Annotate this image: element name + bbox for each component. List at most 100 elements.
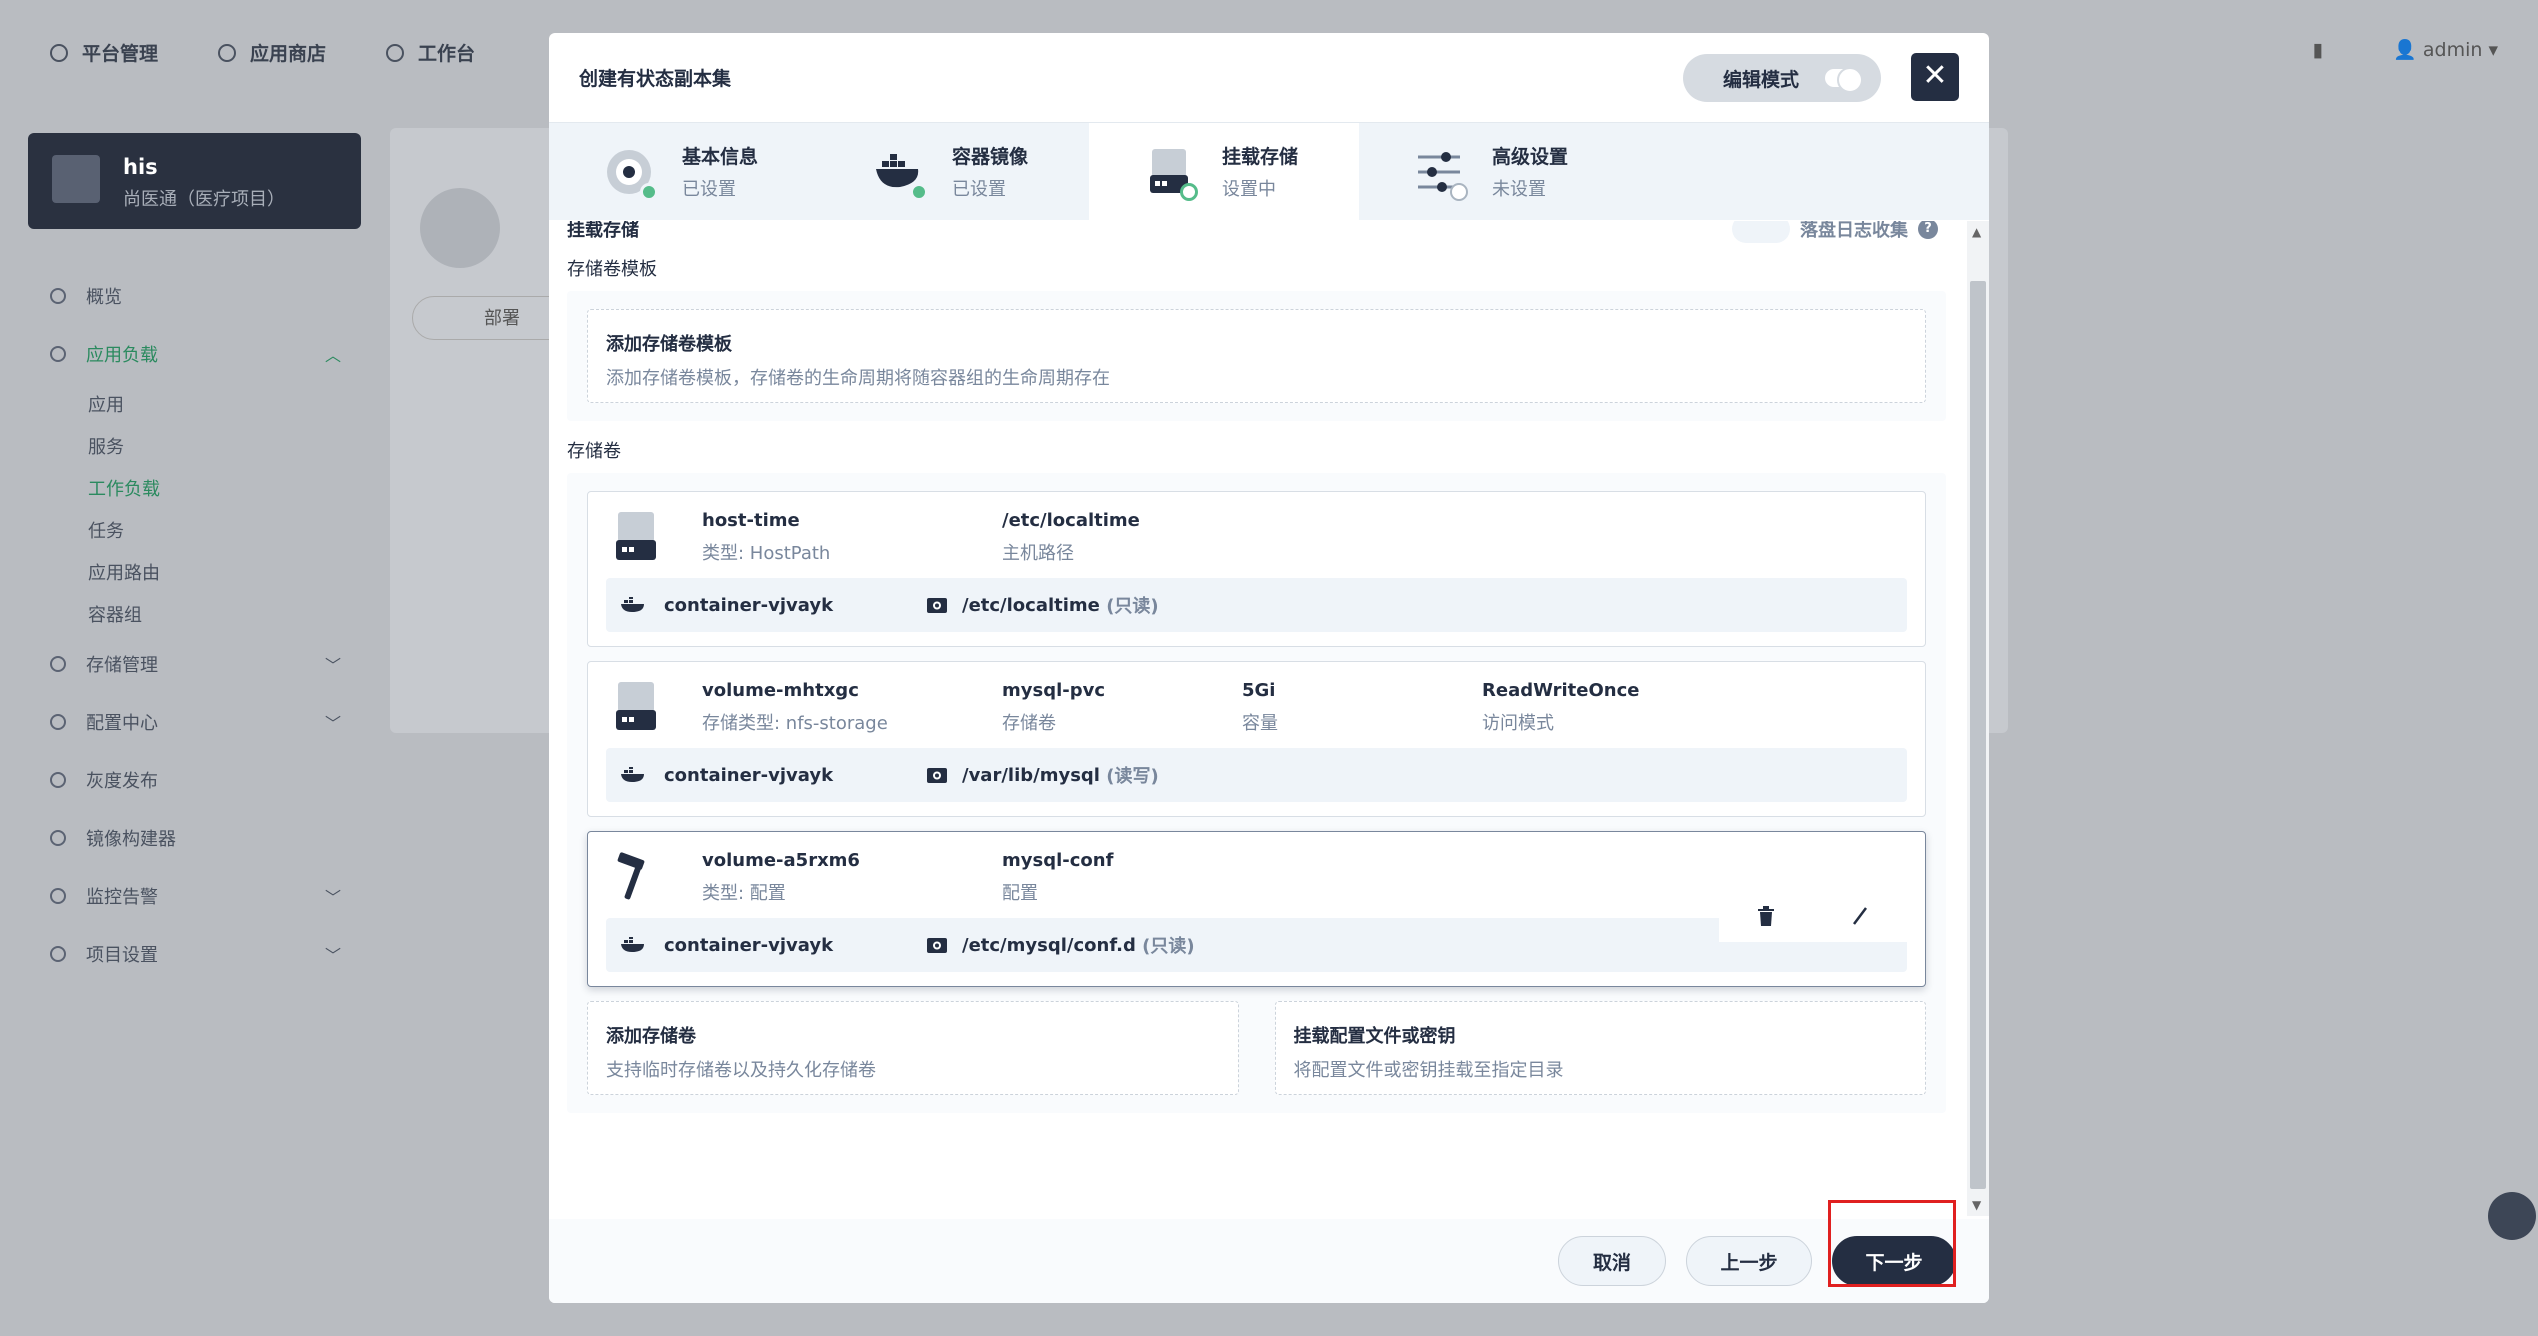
sidebar-item-overview[interactable]: 概览 [28,267,361,325]
project-card[interactable]: his 尚医通（医疗项目） [28,133,361,229]
nav-appstore[interactable]: 应用商店 [218,39,326,66]
sidebar-sub-jobs[interactable]: 任务 [28,509,361,551]
volume-item[interactable]: host-time 类型: HostPath /etc/localtime 主机路径… [587,491,1926,647]
add-template-desc: 添加存储卷模板，存储卷的生命周期将随容器组的生命周期存在 [606,368,1110,389]
book-icon[interactable]: ▮ [2313,39,2323,61]
close-button[interactable]: ✕ [1911,53,1959,101]
pvc-name: mysql-pvc [1002,680,1106,701]
bird-icon [50,772,66,788]
sidebar-label: 镜像构建器 [86,829,176,850]
modal-title: 创建有状态副本集 [579,68,732,90]
container-name: container-vjvayk [664,764,834,786]
edit-mode-label: 编辑模式 [1723,68,1800,91]
mount-config-secret-button[interactable]: 挂载配置文件或密钥 将配置文件或密钥挂载至指定目录 [1274,1001,1926,1095]
sidebar-item-workloads[interactable]: 应用负载 ︿ [28,325,361,383]
sidebar-label: 存储管理 [86,655,158,676]
disc-icon [604,147,658,201]
config-col: mysql-conf 配置 [1002,850,1242,905]
delete-button[interactable] [1757,905,1775,931]
step-basic-info[interactable]: 基本信息 已设置 [549,123,819,220]
chevron-up-icon: ︿ [324,346,341,365]
project-name: his [123,155,158,179]
project-desc: 尚医通（医疗项目） [123,189,285,210]
sidebar-sub-workloads[interactable]: 工作负载 [28,467,361,509]
scroll-down-arrow[interactable]: ▼ [1972,1198,1981,1212]
container-name: container-vjvayk [664,934,834,956]
done-badge [640,182,658,201]
volume-name: volume-mhtxgc [702,680,859,701]
scrollbar[interactable]: ▲ ▼ [1967,221,1989,1216]
log-collect-toggle[interactable] [1732,221,1790,243]
nav-label: 工作台 [418,43,476,65]
volume-name: host-time [702,510,800,531]
sidebar-label: 概览 [86,287,122,308]
scrollbar-thumb[interactable] [1970,281,1986,1189]
step-advanced-settings[interactable]: 高级设置 未设置 [1359,123,1629,220]
sidebar-item-project-settings[interactable]: 项目设置 ﹀ [28,925,361,983]
host-path: /etc/localtime [1002,510,1140,531]
chevron-down-icon: ﹀ [324,946,341,965]
step-title: 高级设置 [1492,146,1569,168]
hammer-float-button[interactable] [2488,1192,2536,1240]
gear-icon [50,946,66,962]
sidebar-item-grayscale[interactable]: 灰度发布 [28,751,361,809]
add-volume-title: 添加存储卷 [606,1026,696,1047]
step-title: 基本信息 [682,146,759,168]
pending-badge [1450,182,1468,201]
volumes-box: host-time 类型: HostPath /etc/localtime 主机路径… [567,473,1946,1113]
mount-mode: (只读) [1142,936,1195,957]
username: admin [2422,39,2483,61]
sidebar-item-monitoring[interactable]: 监控告警 ﹀ [28,867,361,925]
edit-button[interactable] [1851,906,1869,931]
volume-mount-row: container-vjvayk /var/lib/mysql (读写) [606,748,1907,802]
add-volume-template-button[interactable]: 添加存储卷模板 添加存储卷模板，存储卷的生命周期将随容器组的生命周期存在 [587,309,1926,403]
volume-name: volume-a5rxm6 [702,850,860,871]
layers-icon [218,43,237,62]
create-statefulset-modal: 创建有状态副本集 编辑模式 ✕ 基本信息 已设置 容器镜像 已设置 挂载存储 设… [549,33,1989,1303]
user-menu[interactable]: 👤 admin ▾ [2393,38,2498,61]
nav-label: 应用商店 [250,43,327,65]
sidebar-item-image-builder[interactable]: 镜像构建器 [28,809,361,867]
sidebar-label: 配置中心 [86,713,158,734]
project-icon [52,155,100,203]
container-name: container-vjvayk [664,594,834,616]
disk-icon [1144,147,1198,201]
sidebar-item-storage[interactable]: 存储管理 ﹀ [28,635,361,693]
capacity-col: 5Gi 容量 [1242,680,1482,735]
section-header: 挂载存储 落盘日志收集 ? [567,221,1946,243]
step-title: 容器镜像 [952,146,1029,168]
docker-icon [874,147,928,201]
step-container-image[interactable]: 容器镜像 已设置 [819,123,1089,220]
sidebar: his 尚医通（医疗项目） 概览 应用负载 ︿ 应用 服务 工作负载 任务 应用路… [28,133,361,983]
volumes-label: 存储卷 [567,441,621,462]
sidebar-label: 监控告警 [86,887,158,908]
pencil-icon [1853,906,1867,925]
nav-workbench[interactable]: 工作台 [386,39,475,66]
sidebar-sub-pods[interactable]: 容器组 [28,593,361,635]
volume-item[interactable]: volume-a5rxm6 类型: 配置 mysql-conf 配置 contain… [587,831,1926,987]
step-mount-storage[interactable]: 挂载存储 设置中 [1089,123,1359,220]
docker-icon [621,937,644,952]
step-title: 挂载存储 [1222,146,1299,168]
nav-platform[interactable]: 平台管理 [50,39,158,66]
sidebar-sub-ingress[interactable]: 应用路由 [28,551,361,593]
step-status: 设置中 [1222,179,1276,200]
wrench-icon [50,714,66,730]
help-icon[interactable]: ? [1918,221,1938,239]
sidebar-label: 应用负载 [86,345,158,366]
volume-item[interactable]: volume-mhtxgc 存储类型: nfs-storage mysql-pvc… [587,661,1926,817]
add-volume-button[interactable]: 添加存储卷 支持临时存储卷以及持久化存储卷 [587,1001,1239,1095]
sidebar-sub-services[interactable]: 服务 [28,425,361,467]
config-name: mysql-conf [1002,850,1114,871]
layers-icon [50,346,66,362]
gear-icon [50,43,68,62]
cancel-button[interactable]: 取消 [1558,1236,1666,1286]
prev-step-button[interactable]: 上一步 [1686,1236,1812,1286]
edit-mode-toggle[interactable]: 编辑模式 [1683,54,1881,102]
sidebar-item-config[interactable]: 配置中心 ﹀ [28,693,361,751]
disk-icon [614,510,658,562]
scroll-up-arrow[interactable]: ▲ [1972,225,1981,239]
toggle-switch[interactable] [1825,67,1864,93]
volume-name-col: volume-mhtxgc 存储类型: nfs-storage [702,680,1002,735]
sidebar-sub-apps[interactable]: 应用 [28,383,361,425]
